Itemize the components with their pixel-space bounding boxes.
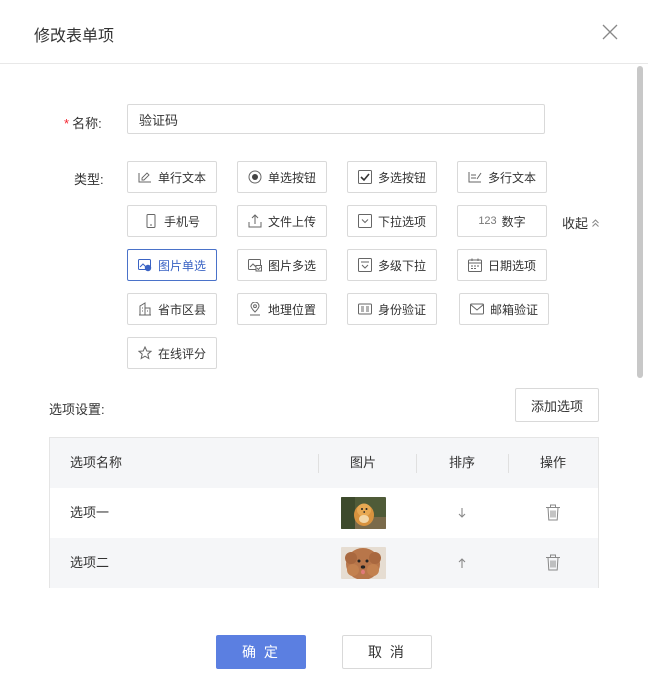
close-icon[interactable]	[600, 22, 620, 42]
type-label-text: 多选按钮	[377, 170, 426, 185]
type-cascade-button[interactable]: 多级下拉	[347, 249, 437, 281]
option-name: 选项二	[70, 555, 110, 570]
calendar-icon	[467, 258, 482, 272]
number-icon: 123	[478, 215, 497, 227]
arrow-down-icon[interactable]	[456, 506, 468, 520]
options-table: 选项名称 图片 排序 操作 选项一 选项二	[49, 437, 599, 588]
type-label-text: 图片多选	[267, 258, 316, 273]
image-multi-icon	[247, 259, 262, 272]
type-multi-line-text-button[interactable]: 多行文本	[457, 161, 547, 193]
trash-icon[interactable]	[545, 504, 561, 521]
phone-icon	[146, 214, 156, 228]
dialog-title: 修改表单项	[34, 28, 115, 45]
type-label-text: 图片单选	[157, 258, 206, 273]
type-number-button[interactable]: 123 数字	[457, 205, 547, 237]
option-name: 选项一	[70, 505, 110, 520]
type-checkbox-button[interactable]: 多选按钮	[347, 161, 437, 193]
building-icon	[138, 302, 151, 316]
add-option-button[interactable]: 添加选项	[515, 388, 599, 422]
collapse-label: 收起	[562, 216, 589, 231]
type-label-text: 邮箱验证	[489, 302, 538, 317]
type-rating-button[interactable]: 在线评分	[127, 337, 217, 369]
dialog-header: 修改表单项	[0, 0, 648, 64]
type-id-verify-button[interactable]: 身份验证	[347, 293, 437, 325]
name-label: * 名称:	[64, 116, 102, 131]
type-label-text: 多级下拉	[377, 258, 426, 273]
options-label: 选项设置:	[49, 402, 105, 417]
upload-icon	[248, 214, 262, 228]
header-option-name: 选项名称	[70, 455, 123, 470]
type-region-button[interactable]: 省市区县	[127, 293, 217, 325]
type-dropdown-button[interactable]: 下拉选项	[347, 205, 437, 237]
checkbox-icon	[357, 170, 372, 184]
type-label-text: 地理位置	[267, 302, 316, 317]
header-separator	[416, 454, 417, 473]
table-row: 选项一	[50, 488, 598, 538]
cascade-icon	[357, 258, 372, 272]
radio-icon	[248, 170, 262, 184]
arrow-up-icon[interactable]	[456, 556, 468, 570]
header-image: 图片	[350, 455, 377, 470]
required-mark: *	[64, 116, 70, 131]
type-email-verify-button[interactable]: 邮箱验证	[459, 293, 549, 325]
name-input[interactable]	[127, 104, 545, 134]
mail-icon	[469, 303, 484, 315]
type-label: 类型:	[74, 172, 104, 187]
id-card-icon	[357, 303, 372, 315]
type-label-text: 省市区县	[157, 302, 206, 317]
table-row: 选项二	[50, 538, 598, 588]
option-image[interactable]	[341, 497, 386, 529]
type-image-single-button[interactable]: 图片单选	[127, 249, 217, 281]
scrollbar[interactable]	[636, 66, 644, 602]
type-single-line-text-button[interactable]: 单行文本	[127, 161, 217, 193]
header-separator	[508, 454, 509, 473]
header-actions: 操作	[540, 455, 567, 470]
confirm-button[interactable]: 确 定	[216, 635, 306, 669]
star-icon	[137, 346, 152, 360]
type-label-text: 文件上传	[267, 214, 316, 229]
location-icon	[249, 302, 260, 316]
multi-line-text-icon	[468, 172, 482, 183]
single-line-text-icon	[138, 172, 151, 183]
type-label-text: 日期选项	[487, 258, 536, 273]
header-separator	[318, 454, 319, 473]
trash-icon[interactable]	[545, 554, 561, 571]
type-label-text: 手机号	[163, 214, 200, 229]
type-date-button[interactable]: 日期选项	[457, 249, 547, 281]
scrollbar-thumb[interactable]	[637, 66, 643, 378]
type-image-multi-button[interactable]: 图片多选	[237, 249, 327, 281]
type-label-text: 单选按钮	[267, 170, 316, 185]
type-label-text: 身份验证	[377, 302, 426, 317]
type-radio-button[interactable]: 单选按钮	[237, 161, 327, 193]
chevron-up-double-icon	[592, 218, 599, 227]
type-phone-button[interactable]: 手机号	[127, 205, 217, 237]
type-label-text: 数字	[501, 214, 526, 229]
type-location-button[interactable]: 地理位置	[237, 293, 327, 325]
type-label-text: 在线评分	[157, 346, 206, 361]
type-upload-button[interactable]: 文件上传	[237, 205, 327, 237]
image-single-icon	[137, 259, 152, 272]
table-header: 选项名称 图片 排序 操作	[50, 438, 598, 488]
collapse-toggle[interactable]: 收起	[562, 213, 600, 232]
type-label-text: 下拉选项	[377, 214, 426, 229]
cancel-button[interactable]: 取 消	[342, 635, 432, 669]
option-image[interactable]	[341, 547, 386, 579]
dropdown-icon	[357, 214, 372, 228]
header-sort: 排序	[449, 455, 476, 470]
type-label-text: 单行文本	[157, 170, 206, 185]
type-label-text: 多行文本	[487, 170, 536, 185]
